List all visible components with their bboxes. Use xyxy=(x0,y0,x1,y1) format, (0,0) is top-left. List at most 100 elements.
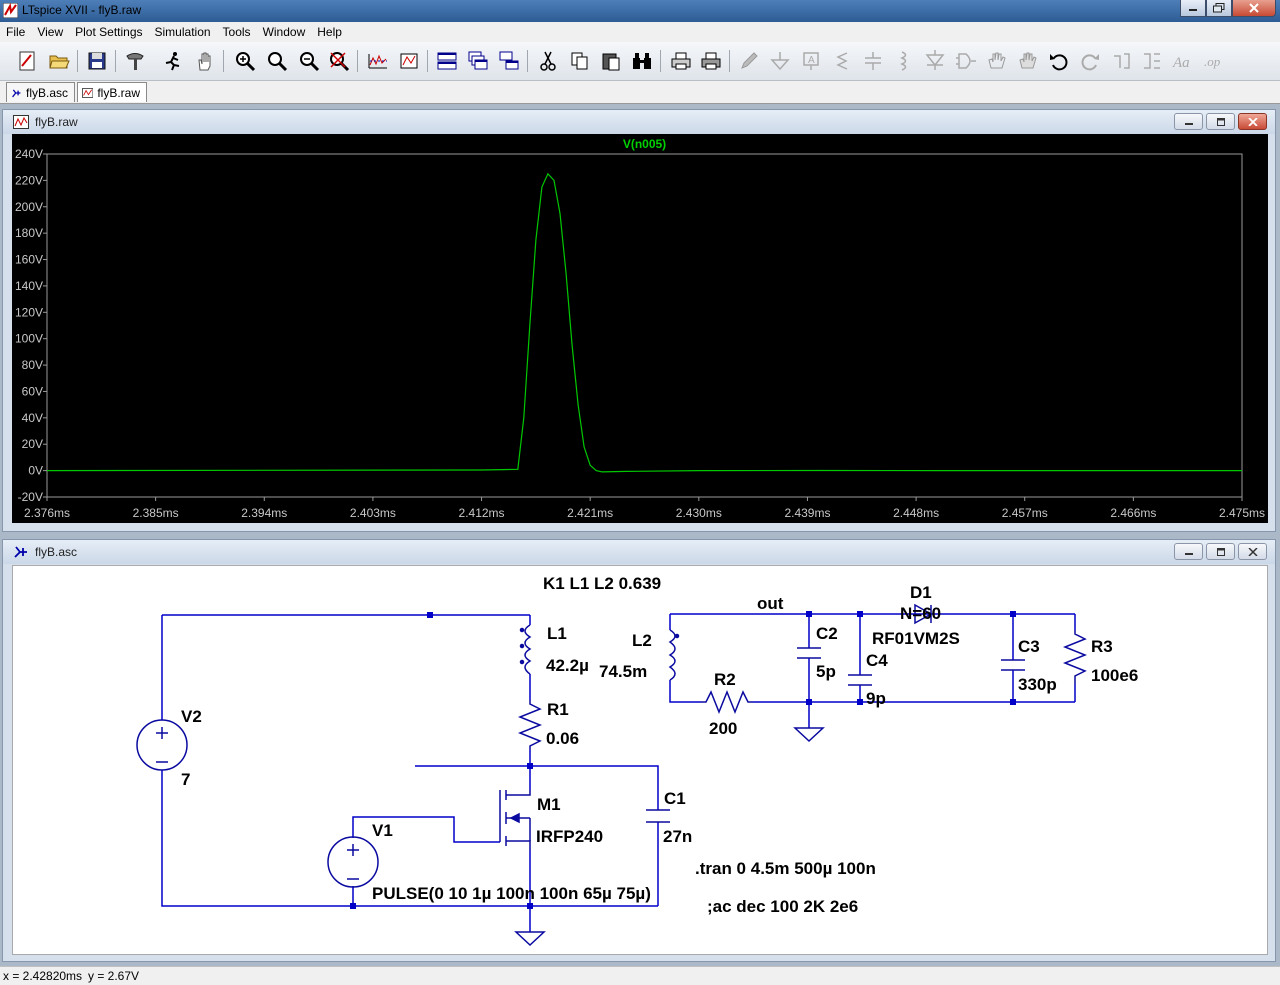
print-setup-button[interactable] xyxy=(698,48,724,74)
schematic-canvas[interactable]: K1 L1 L2 0.639 out V2 7 L1 42.2µ R1 0.06… xyxy=(12,565,1268,955)
undo-button[interactable] xyxy=(1046,48,1072,74)
open-button[interactable] xyxy=(46,48,72,74)
place-inductor-button[interactable] xyxy=(891,48,917,74)
waveform-plot[interactable]: -20V 0V 20V 40V 60V 80V 100V 120V 140V 160V 180V 20… xyxy=(12,134,1268,523)
voltage-source-v2-symbol[interactable] xyxy=(136,719,188,771)
label-net-button[interactable]: A xyxy=(798,48,824,74)
menu-view[interactable]: View xyxy=(31,22,69,42)
waveform-close-button[interactable] xyxy=(1238,113,1267,130)
minimize-icon xyxy=(1184,552,1193,555)
coupling-directive[interactable]: K1 L1 L2 0.639 xyxy=(543,574,661,593)
y-tick-label: 60V xyxy=(22,384,43,398)
minimize-button[interactable] xyxy=(1180,0,1206,17)
restore-button[interactable] xyxy=(1206,0,1232,17)
resistor-r2-symbol[interactable] xyxy=(701,689,753,715)
minimize-icon xyxy=(1184,122,1193,125)
tab-flyb-raw[interactable]: flyB.raw xyxy=(77,82,147,102)
control-panel-button[interactable] xyxy=(122,48,148,74)
ac-directive-comment[interactable]: ;ac dec 100 2K 2e6 xyxy=(707,897,858,916)
place-text-button[interactable]: Aa xyxy=(1170,48,1196,74)
place-capacitor-button[interactable] xyxy=(860,48,886,74)
ltspice-app-icon xyxy=(3,3,18,18)
inductor-l1-symbol[interactable] xyxy=(517,624,532,675)
menu-window[interactable]: Window xyxy=(257,22,312,42)
junction xyxy=(527,903,533,909)
cut-button[interactable] xyxy=(535,48,561,74)
tab-flyb-asc[interactable]: flyB.asc xyxy=(6,82,75,102)
binoculars-icon xyxy=(633,53,651,69)
run-button[interactable] xyxy=(160,48,186,74)
tran-directive[interactable]: .tran 0 4.5m 500µ 100n xyxy=(695,859,876,878)
add-trace-button[interactable] xyxy=(396,48,422,74)
schematic-minimize-button[interactable] xyxy=(1174,543,1203,560)
find-button[interactable] xyxy=(629,48,655,74)
zoom-out-icon xyxy=(300,52,320,72)
y-tick-label: 220V xyxy=(15,173,43,187)
place-resistor-button[interactable] xyxy=(829,48,855,74)
tile-horizontal-button[interactable] xyxy=(434,48,460,74)
waveform-chart[interactable]: -20V 0V 20V 40V 60V 80V 100V 120V 140V 160V 180V 20… xyxy=(12,134,1268,523)
trace-label-v-n005[interactable]: V(n005) xyxy=(623,137,666,151)
capacitor-c4-symbol[interactable] xyxy=(848,674,872,686)
drag-button[interactable] xyxy=(1015,48,1041,74)
minimize-icon xyxy=(1189,9,1197,11)
move-button[interactable] xyxy=(984,48,1010,74)
capacitor-c2-symbol[interactable] xyxy=(797,647,821,659)
diode-icon xyxy=(925,50,945,70)
mirror-icon xyxy=(1144,53,1160,69)
c3-name: C3 xyxy=(1018,637,1040,656)
mosfet-m1-symbol[interactable] xyxy=(499,790,531,850)
resistor-r3-symbol[interactable] xyxy=(1062,630,1088,684)
paste-button[interactable] xyxy=(598,48,624,74)
trace-v-n005 xyxy=(46,172,1242,473)
zoom-out-button[interactable] xyxy=(296,48,322,74)
waveform-maximize-button[interactable] xyxy=(1206,113,1235,130)
pan-button[interactable] xyxy=(264,48,290,74)
menu-plot-settings[interactable]: Plot Settings xyxy=(69,22,148,42)
rotate-button[interactable] xyxy=(1108,48,1134,74)
inductor-l2-symbol[interactable] xyxy=(668,629,676,681)
spice-directive-button[interactable]: .op xyxy=(1201,48,1227,74)
waveform-window-titlebar[interactable]: flyB.raw xyxy=(3,110,1275,134)
maximize-icon xyxy=(1216,117,1225,126)
menu-simulation[interactable]: Simulation xyxy=(149,22,217,42)
resistor-r1-symbol[interactable] xyxy=(517,700,543,750)
close-button[interactable] xyxy=(1232,0,1276,17)
capacitor-c1-symbol[interactable] xyxy=(646,809,670,823)
voltage-source-v1-symbol[interactable] xyxy=(327,836,379,888)
menu-tools[interactable]: Tools xyxy=(217,22,257,42)
y-tick-label: 100V xyxy=(15,332,43,346)
waveform-minimize-button[interactable] xyxy=(1174,113,1203,130)
label-net-icon: A xyxy=(803,52,819,70)
place-diode-button[interactable] xyxy=(922,48,948,74)
schematic-maximize-button[interactable] xyxy=(1206,543,1235,560)
autorange-button[interactable] xyxy=(365,48,391,74)
zoom-fit-button[interactable] xyxy=(326,48,352,74)
draw-wire-button[interactable] xyxy=(736,48,762,74)
menu-file[interactable]: File xyxy=(0,22,31,42)
zoom-area-button[interactable] xyxy=(232,48,258,74)
schematic-drawing[interactable]: K1 L1 L2 0.639 out V2 7 L1 42.2µ R1 0.06… xyxy=(13,566,1267,954)
pencil-icon xyxy=(741,52,758,69)
tile-vertical-button[interactable] xyxy=(496,48,522,74)
svg-text:Aa: Aa xyxy=(1172,55,1190,71)
menu-help[interactable]: Help xyxy=(311,22,348,42)
save-button[interactable] xyxy=(84,48,110,74)
place-component-button[interactable] xyxy=(953,48,979,74)
cascade-button[interactable] xyxy=(465,48,491,74)
mirror-button[interactable] xyxy=(1139,48,1165,74)
print-button[interactable] xyxy=(668,48,694,74)
net-label-out[interactable]: out xyxy=(757,594,784,613)
halt-button[interactable] xyxy=(192,48,218,74)
running-man-icon xyxy=(165,52,180,71)
copy-button[interactable] xyxy=(567,48,593,74)
capacitor-c3-symbol[interactable] xyxy=(1001,659,1025,671)
place-ground-button[interactable] xyxy=(767,48,793,74)
schematic-close-button[interactable] xyxy=(1238,543,1267,560)
new-schematic-button[interactable] xyxy=(14,48,40,74)
redo-button[interactable] xyxy=(1077,48,1103,74)
svg-text:A: A xyxy=(808,55,815,66)
schematic-window-titlebar[interactable]: flyB.asc xyxy=(3,540,1275,564)
x-tick-label: 2.457ms xyxy=(1002,506,1048,520)
status-cursor-y: y = 2.67V xyxy=(88,969,140,983)
